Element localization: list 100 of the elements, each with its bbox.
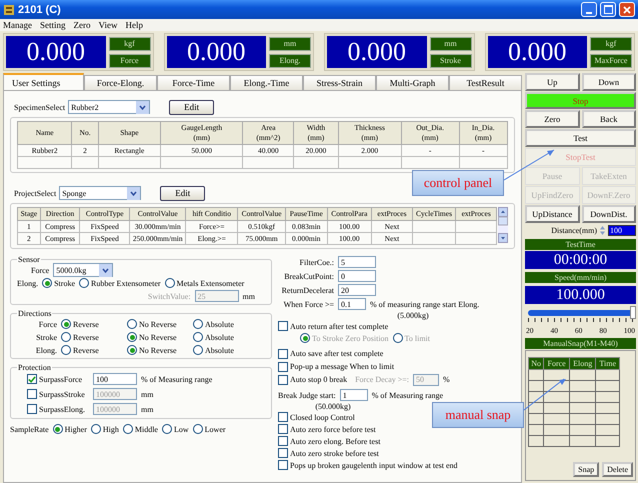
readout-value: 0.000 [348,37,406,67]
input-field[interactable]: 100 [608,224,636,236]
field-label: FilterCoe.: [298,258,334,266]
radio-button[interactable]: Stroke [42,278,75,288]
radio-button[interactable]: High [90,424,119,434]
radio-button[interactable]: Low [162,424,189,434]
control-button[interactable]: Back [582,110,636,128]
checkbox[interactable]: Pops up broken gaugelenth input window at test end [278,460,458,470]
field-label: % of Measuring range [372,390,444,400]
slider-thumb[interactable] [630,306,636,319]
checkbox[interactable]: SurpassForce [27,374,82,384]
radio-button[interactable]: No Reverse [127,332,189,342]
radio-button[interactable]: Middle [122,424,158,434]
tab[interactable]: Force-Elong. [84,75,157,90]
field-label: SwitchValue: [148,292,191,300]
column-header: No [528,358,544,370]
field-label: Elong. [17,278,38,288]
checkbox[interactable]: Auto zero stroke before test [278,448,379,458]
menu-item[interactable]: Setting [40,20,66,30]
radio-button[interactable]: Reverse [61,345,123,355]
radio-button[interactable]: Lower [192,424,226,434]
checkbox[interactable]: Closed loop Control [278,412,355,422]
force-dropdown[interactable]: 5000.0kg [53,263,114,277]
checkbox[interactable]: Auto return after test complete [278,321,388,331]
column-header: Force [544,358,570,370]
input-field[interactable]: 100 [93,373,137,385]
control-button[interactable]: DownDist. [582,205,636,223]
control-button[interactable]: Up [525,73,580,91]
unit-label: kgf [108,36,150,50]
radio-button[interactable]: Metals Extensometer [164,278,244,288]
unit-label: mm [141,390,154,398]
menu-item[interactable]: View [98,20,118,30]
unit-label: % [443,375,450,384]
checkbox[interactable]: Auto zero force before test [278,424,376,434]
control-button[interactable]: UpDistance [525,205,580,223]
checkbox[interactable]: Auto save after test complete [278,348,384,358]
snap-button[interactable]: Delete [602,462,633,477]
control-button[interactable]: Down [582,73,636,91]
radio-button[interactable]: No Reverse [127,345,189,355]
radio-button[interactable]: Reverse [61,319,123,329]
panel-heading: TestTime [525,239,636,250]
checkbox[interactable]: SurpassStroke [27,389,85,399]
edit-button[interactable]: Edit [169,100,214,114]
field-label: Break Judge start: [278,390,336,400]
edit-button[interactable]: Edit [160,186,206,200]
field-label: When Force >= [282,300,334,308]
column-header: Time [596,358,620,370]
field-label: Force [38,320,57,328]
radio-button[interactable]: Absolute [193,345,255,355]
checkbox[interactable]: Pop-up a message When to limit [278,362,394,372]
menu-item[interactable]: Help [125,20,143,30]
menu-item[interactable]: Zero [74,20,91,30]
tab[interactable]: TestResult [449,75,522,90]
field-label: SampleRate [10,424,49,434]
close-icon [623,6,631,14]
caret-icon [127,186,140,200]
tab[interactable]: Force-Time [157,75,230,90]
checkbox[interactable]: SurpassElong. [27,404,85,414]
field-label: ProjectSelect [14,188,56,198]
group-title: Sensor [17,255,41,264]
tab[interactable]: Multi-Graph [376,75,449,90]
minimize-icon [586,12,592,14]
radio-button[interactable]: Absolute [193,319,255,329]
group-title: Directions [17,309,52,318]
maximize-button[interactable] [600,2,616,17]
field-label: SpecimenSelect [14,102,66,112]
close-button[interactable] [619,2,635,17]
field-label: % of measuring range start Elong. [370,300,480,308]
radio-button[interactable]: No Reverse [127,319,189,329]
control-button[interactable]: Test [525,129,636,147]
control-button[interactable]: Zero [525,110,580,128]
checkbox[interactable]: Auto stop 0 break [278,374,348,384]
caret-icon [99,264,112,276]
tab[interactable]: Stress-Strain [303,75,376,90]
radio-button[interactable]: Higher [52,424,87,434]
radio-button[interactable]: Absolute [193,332,255,342]
input-field[interactable]: 5 [338,256,376,268]
field-label: Stroke [35,332,57,342]
input-field[interactable]: 20 [338,284,376,296]
tab[interactable]: User Settings [3,73,84,90]
field-label: BreakCutPoint: [283,272,334,280]
input-field[interactable]: 1 [340,389,368,401]
tab[interactable]: Elong.-Time [230,75,303,90]
quantity-label: MaxForce [590,54,632,68]
checkbox[interactable]: Auto zero elong. Before test [278,436,380,446]
speed-readout: 100.000 [525,286,636,304]
radio-button[interactable]: Rubber Extensometer [79,278,161,288]
column-header: Elong [569,358,596,370]
menu-item[interactable]: Manage [3,20,32,30]
minimize-button[interactable] [581,2,597,17]
stop-button[interactable]: Stop [525,92,636,109]
group-title: Protection [17,363,52,372]
snap-button[interactable]: Snap [573,462,600,477]
specimen-dropdown[interactable]: Rubber2 [68,100,150,114]
unit-label: kgf [590,36,632,50]
project-dropdown[interactable]: Sponge [59,186,142,200]
radio-button[interactable]: Reverse [61,332,123,342]
input-field[interactable]: 0.1 [338,298,366,310]
unit-label: mm [269,36,311,50]
input-field[interactable]: 0 [338,270,376,282]
